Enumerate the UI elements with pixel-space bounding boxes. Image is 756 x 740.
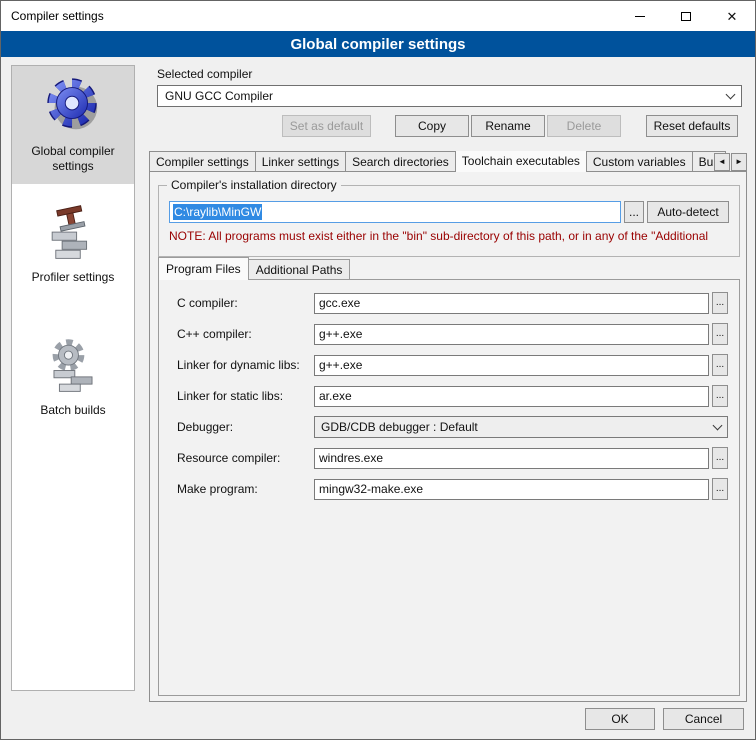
- selected-compiler-dropdown[interactable]: GNU GCC Compiler: [157, 85, 742, 107]
- make-program-label: Make program:: [177, 482, 314, 496]
- browse-directory-button[interactable]: ...: [624, 201, 644, 223]
- window-title: Compiler settings: [1, 9, 104, 23]
- c-compiler-label: C compiler:: [177, 296, 314, 310]
- main-content: Selected compiler GNU GCC Compiler Set a…: [149, 57, 747, 740]
- delete-button[interactable]: Delete: [547, 115, 621, 137]
- resource-compiler-input[interactable]: [314, 448, 709, 469]
- chevron-down-icon: [726, 89, 736, 99]
- make-program-row: Make program: ...: [177, 478, 739, 500]
- cpp-compiler-input[interactable]: [314, 324, 709, 345]
- tab-scroll-buttons: ◄ ►: [713, 153, 747, 171]
- c-compiler-browse-button[interactable]: ...: [712, 292, 728, 314]
- set-as-default-button[interactable]: Set as default: [282, 115, 371, 137]
- sidebar-item-profiler-settings[interactable]: Profiler settings: [12, 196, 134, 295]
- installation-directory-group-title: Compiler's installation directory: [167, 178, 341, 192]
- linker-static-input[interactable]: [314, 386, 709, 407]
- window-controls: ✕: [617, 1, 755, 31]
- reset-defaults-button[interactable]: Reset defaults: [646, 115, 738, 137]
- tab-scroll-right-icon[interactable]: ►: [731, 153, 747, 171]
- compiler-actions-toolbar: Set as default Copy Rename Delete Reset …: [149, 115, 738, 137]
- title-bar: Compiler settings ✕: [1, 1, 755, 31]
- cpp-compiler-label: C++ compiler:: [177, 327, 314, 341]
- linker-static-browse-button[interactable]: ...: [712, 385, 728, 407]
- auto-detect-button[interactable]: Auto-detect: [647, 201, 729, 223]
- dialog-body: Global compiler settings: [1, 57, 755, 739]
- make-program-browse-button[interactable]: ...: [712, 478, 728, 500]
- page-title-banner: Global compiler settings: [1, 31, 755, 57]
- copy-button[interactable]: Copy: [395, 115, 469, 137]
- linker-dynamic-browse-button[interactable]: ...: [712, 354, 728, 376]
- cpp-compiler-browse-button[interactable]: ...: [712, 323, 728, 345]
- debugger-value: GDB/CDB debugger : Default: [321, 420, 478, 434]
- close-button[interactable]: ✕: [709, 1, 755, 31]
- linker-dynamic-input[interactable]: [314, 355, 709, 376]
- cancel-button[interactable]: Cancel: [663, 708, 744, 730]
- dialog-footer: OK Cancel: [585, 708, 744, 730]
- chevron-down-icon: [713, 420, 723, 430]
- ok-button[interactable]: OK: [585, 708, 655, 730]
- debugger-dropdown[interactable]: GDB/CDB debugger : Default: [314, 416, 728, 438]
- c-compiler-input[interactable]: [314, 293, 709, 314]
- program-files-panel: C compiler: ... C++ compiler: ... Linker…: [158, 279, 740, 696]
- tab-additional-paths[interactable]: Additional Paths: [248, 259, 351, 280]
- cpp-compiler-row: C++ compiler: ...: [177, 323, 739, 345]
- maximize-icon: [681, 12, 691, 21]
- resource-compiler-label: Resource compiler:: [177, 451, 314, 465]
- tab-scroll-left-icon[interactable]: ◄: [714, 153, 730, 171]
- sidebar-item-global-compiler-settings[interactable]: Global compiler settings: [12, 66, 134, 184]
- installation-directory-row: C:\raylib\MinGW ... Auto-detect: [169, 201, 729, 223]
- profiler-tool-icon: [15, 204, 131, 262]
- sidebar-item-label: Batch builds: [15, 403, 131, 418]
- make-program-input[interactable]: [314, 479, 709, 500]
- resource-compiler-row: Resource compiler: ...: [177, 447, 739, 469]
- tab-program-files[interactable]: Program Files: [158, 257, 249, 280]
- global-compiler-gear-icon: [15, 74, 131, 136]
- batch-builds-gear-icon: [15, 337, 131, 395]
- linker-static-label: Linker for static libs:: [177, 389, 314, 403]
- tab-search-directories[interactable]: Search directories: [345, 151, 456, 172]
- rename-button[interactable]: Rename: [471, 115, 545, 137]
- installation-directory-group: Compiler's installation directory C:\ray…: [158, 185, 740, 257]
- resource-compiler-browse-button[interactable]: ...: [712, 447, 728, 469]
- installation-directory-value: C:\raylib\MinGW: [173, 204, 262, 220]
- tab-toolchain-executables[interactable]: Toolchain executables: [455, 151, 587, 172]
- bin-subdirectory-note: NOTE: All programs must exist either in …: [169, 229, 729, 243]
- settings-category-list: Global compiler settings: [11, 65, 135, 691]
- maximize-button[interactable]: [663, 1, 709, 31]
- selected-compiler-value: GNU GCC Compiler: [165, 89, 273, 103]
- sidebar-item-label: Profiler settings: [15, 270, 131, 285]
- debugger-row: Debugger: GDB/CDB debugger : Default: [177, 416, 739, 438]
- sidebar-item-batch-builds[interactable]: Batch builds: [12, 329, 134, 428]
- minimize-icon: [635, 16, 645, 17]
- program-files-tab-strip: Program Files Additional Paths: [158, 260, 349, 280]
- sidebar-item-label: Global compiler settings: [15, 144, 131, 174]
- toolchain-executables-panel: Compiler's installation directory C:\ray…: [149, 171, 747, 702]
- settings-tab-strip: Compiler settings Linker settings Search…: [149, 151, 747, 172]
- tab-custom-variables[interactable]: Custom variables: [586, 151, 693, 172]
- compiler-settings-dialog: Compiler settings ✕ Global compiler sett…: [0, 0, 756, 740]
- minimize-button[interactable]: [617, 1, 663, 31]
- c-compiler-row: C compiler: ...: [177, 292, 739, 314]
- debugger-label: Debugger:: [177, 420, 314, 434]
- linker-static-row: Linker for static libs: ...: [177, 385, 739, 407]
- tab-compiler-settings[interactable]: Compiler settings: [149, 151, 256, 172]
- tab-linker-settings[interactable]: Linker settings: [255, 151, 346, 172]
- selected-compiler-label: Selected compiler: [157, 67, 252, 81]
- close-icon: ✕: [727, 10, 738, 23]
- linker-dynamic-row: Linker for dynamic libs: ...: [177, 354, 739, 376]
- page-title: Global compiler settings: [290, 36, 465, 53]
- linker-dynamic-label: Linker for dynamic libs:: [177, 358, 314, 372]
- installation-directory-input[interactable]: C:\raylib\MinGW: [169, 201, 621, 223]
